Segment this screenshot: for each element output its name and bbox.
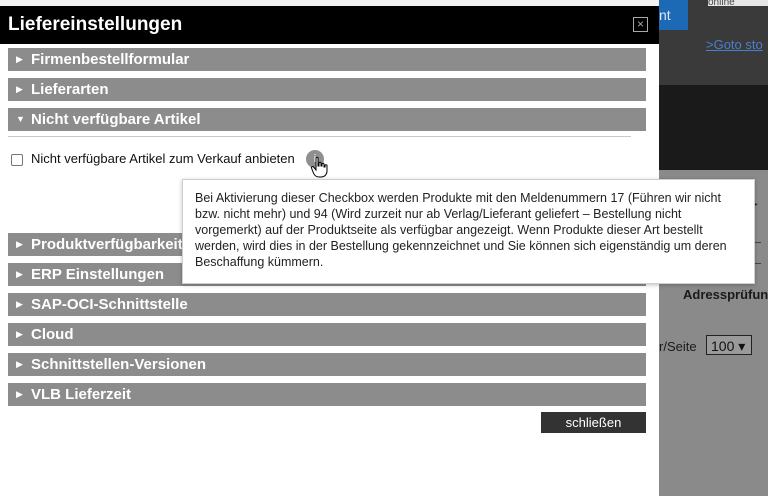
section-vlb-lieferzeit[interactable]: ▶ VLB Lieferzeit — [8, 383, 646, 406]
chevron-right-icon: ▶ — [16, 269, 23, 279]
close-icon[interactable]: × — [633, 17, 648, 32]
chevron-right-icon: ▶ — [16, 54, 23, 64]
offer-unavailable-label: Nicht verfügbare Artikel zum Verkauf anb… — [31, 151, 295, 166]
offer-unavailable-checkbox[interactable] — [11, 154, 23, 166]
dialog-title: Liefereinstellungen — [8, 14, 183, 35]
section-label: Nicht verfügbare Artikel — [31, 111, 201, 128]
info-tooltip: Bei Aktivierung dieser Checkbox werden P… — [182, 179, 755, 284]
background-blue-button-text: nt — [659, 7, 671, 23]
section-label: Schnittstellen-Versionen — [31, 356, 207, 373]
background-column-header: Adressprüfun — [683, 287, 768, 302]
chevron-right-icon: ▶ — [16, 359, 23, 369]
section-nicht-verfuegbare-artikel[interactable]: ▼ Nicht verfügbare Artikel — [8, 108, 646, 131]
section-cloud[interactable]: ▶ Cloud — [8, 323, 646, 346]
background-goto-link: >Goto sto — [706, 37, 763, 52]
dialog-titlebar: Liefereinstellungen × — [0, 6, 659, 44]
background-online-status: online — [708, 0, 768, 6]
chevron-right-icon: ▶ — [16, 84, 23, 94]
tooltip-text: Bei Aktivierung dieser Checkbox werden P… — [195, 191, 727, 269]
section-lieferarten[interactable]: ▶ Lieferarten — [8, 78, 646, 101]
section-schnittstellen-versionen[interactable]: ▶ Schnittstellen-Versionen — [8, 353, 646, 376]
background-per-page-label: r/Seite — [659, 339, 697, 354]
chevron-right-icon: ▶ — [16, 329, 23, 339]
chevron-right-icon: ▶ — [16, 389, 23, 399]
section-label: SAP-OCI-Schnittstelle — [31, 296, 188, 313]
section-label: ERP Einstellungen — [31, 266, 165, 283]
section-label: Produktverfügbarkeit — [31, 236, 183, 253]
section-label: VLB Lieferzeit — [31, 386, 132, 403]
hand-cursor-icon — [310, 156, 328, 178]
background-per-page-select: 100 ▾ — [706, 335, 752, 355]
close-button[interactable]: schließen — [541, 412, 646, 433]
background-blue-button: nt — [659, 0, 688, 30]
chevron-right-icon: ▶ — [16, 239, 23, 249]
chevron-right-icon: ▶ — [16, 299, 23, 309]
section-label: Firmenbestellformular — [31, 51, 190, 68]
section-firmenbestellformular[interactable]: ▶ Firmenbestellformular — [8, 48, 646, 71]
section-sap-oci-schnittstelle[interactable]: ▶ SAP-OCI-Schnittstelle — [8, 293, 646, 316]
section-divider — [8, 136, 631, 137]
chevron-down-icon: ▼ — [16, 114, 25, 124]
section-label: Cloud — [31, 326, 74, 343]
section-label: Lieferarten — [31, 81, 109, 98]
